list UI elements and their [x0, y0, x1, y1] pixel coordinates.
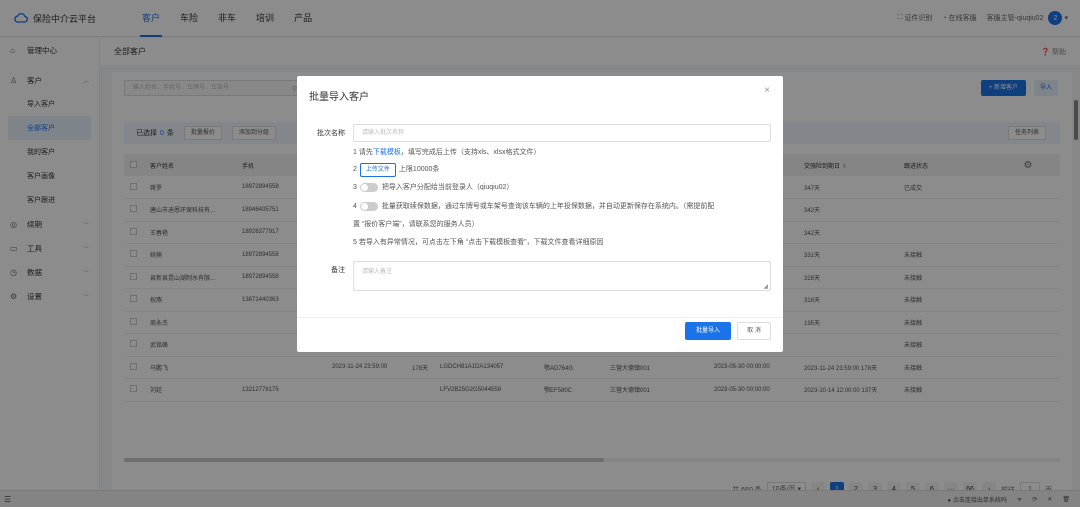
step-1: 1 请先下载模板，填写完成后上传（支持xls、xlsx格式文件）: [353, 149, 541, 156]
step-4-cont: 置 “报价客户端”，请联系您的服务人员）: [353, 221, 479, 228]
batch-import-dialog: 批量导入客户 × 批次名称 请输入批次名称 1 请先下载模板，填写完成后上传（支…: [297, 76, 783, 352]
step-4: 4 批量获取续保数据，通过车牌号或车架号查询该车辆的上年投保数据，并自动更新保存在…: [353, 201, 715, 211]
upload-file-button[interactable]: 上传文件: [359, 163, 396, 177]
assign-to-me-toggle[interactable]: [359, 182, 378, 192]
resize-handle-icon[interactable]: ◢: [763, 283, 768, 290]
cancel-button[interactable]: 取 消: [737, 322, 771, 340]
remark-textarea[interactable]: 请输入备注 ◢: [353, 261, 771, 291]
renewal-data-toggle[interactable]: [359, 201, 378, 211]
step-2: 2 上传文件 上限10000条: [353, 163, 439, 177]
dialog-footer-divider: [297, 317, 783, 318]
batch-name-input[interactable]: 请输入批次名称: [353, 124, 771, 142]
download-template-link[interactable]: 下载模板: [373, 149, 401, 156]
batch-import-submit-button[interactable]: 批量导入: [685, 322, 731, 340]
dialog-title: 批量导入客户: [309, 92, 369, 103]
batch-name-label: 批次名称: [317, 130, 345, 137]
step-3: 3 把导入客户分配给当前登录人（qiuqiu02）: [353, 182, 514, 192]
remark-label: 备注: [331, 267, 345, 274]
close-icon[interactable]: ×: [764, 85, 770, 96]
step-5: 5 若导入有异常情况，可点击左下角 “点击下载模板查看”，下载文件查看详细原因: [353, 239, 604, 246]
